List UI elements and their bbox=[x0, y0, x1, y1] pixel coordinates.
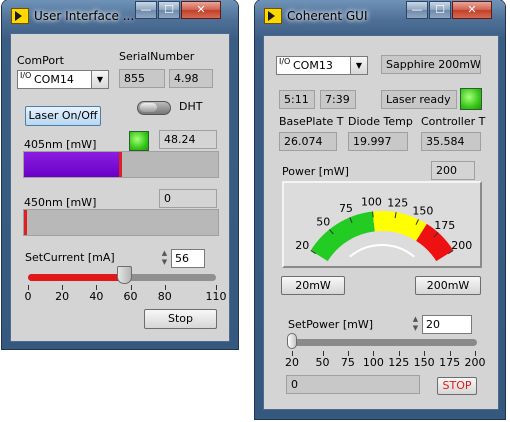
20mw-button[interactable]: 20mW bbox=[281, 276, 345, 295]
left-client-area: ComPort I/O COM14 ▼ SerialNumber 855 4.9… bbox=[10, 33, 230, 342]
stop-button[interactable]: STOP bbox=[437, 377, 477, 395]
right-client-area: I/O COM13 ▼ Sapphire 200mW 5:11 7:39 Las… bbox=[263, 35, 499, 410]
coherent-gui-window: Coherent GUI — ☐ ✕ I/O COM13 ▼ Sapphire … bbox=[255, 0, 505, 419]
scale-tick-label: 0 bbox=[24, 290, 32, 303]
setpower-scale: 20 50 75 100 125 150 175 200 bbox=[285, 351, 486, 377]
labview-app-icon bbox=[264, 8, 282, 24]
405nm-power-bar-fill bbox=[24, 152, 120, 177]
gauge-needle-arc bbox=[349, 244, 415, 258]
405nm-power-bar-edge bbox=[119, 152, 123, 177]
gauge-tick-label: 50 bbox=[316, 216, 330, 229]
405nm-status-led bbox=[129, 131, 149, 151]
minimize-button[interactable]: — bbox=[406, 1, 428, 19]
setpower-label: SetPower [mW] bbox=[288, 318, 373, 331]
200mw-button[interactable]: 200mW bbox=[415, 276, 481, 295]
setpower-slider[interactable] bbox=[285, 333, 481, 350]
scale-tick-label: 110 bbox=[205, 290, 227, 303]
io-icon: I/O bbox=[20, 71, 32, 80]
450nm-power-bar bbox=[23, 209, 219, 236]
setpower-value[interactable]: 20 bbox=[422, 315, 472, 334]
power-gauge-dial: 20 50 75 100 125 150175 200 bbox=[295, 196, 472, 262]
time-value-1: 5:11 bbox=[279, 90, 315, 109]
gauge-tick bbox=[372, 211, 374, 218]
user-interface-window: User Interface ... — ☐ ✕ ComPort I/O COM… bbox=[2, 0, 238, 349]
chevron-down-icon[interactable]: ▼ bbox=[350, 57, 367, 74]
dht-toggle-switch[interactable] bbox=[137, 101, 171, 115]
maximize-button[interactable]: ☐ bbox=[429, 1, 451, 19]
450nm-value: 0 bbox=[159, 189, 217, 208]
power-label: Power [mW] bbox=[282, 165, 349, 178]
stop-button[interactable]: Stop bbox=[144, 309, 217, 329]
gauge-tick-label: 150 bbox=[412, 204, 433, 217]
serial-number-value-1: 855 bbox=[119, 69, 165, 88]
slider-fill bbox=[28, 274, 124, 281]
com-value: COM13 bbox=[293, 59, 333, 72]
gauge-tick-label: 75 bbox=[339, 202, 353, 215]
slider-thumb[interactable] bbox=[116, 266, 132, 284]
status-led bbox=[460, 88, 482, 110]
close-button[interactable]: ✕ bbox=[452, 1, 492, 19]
chevron-down-icon[interactable]: ▼ bbox=[91, 71, 108, 88]
increment-decrement-icon[interactable]: ▲ ▼ bbox=[410, 315, 421, 334]
comport-value: COM14 bbox=[34, 73, 74, 86]
serial-number-value-2: 4.98 bbox=[169, 69, 213, 88]
time-value-2: 7:39 bbox=[320, 90, 356, 109]
power-gauge: 20 50 75 100 125 150 175 200 bbox=[282, 181, 482, 268]
laser-model-value: Sapphire 200mW bbox=[381, 55, 481, 74]
405nm-power-bar bbox=[23, 151, 219, 178]
controller-temp-label: Controller T bbox=[421, 115, 486, 128]
scale-tick-label: 200 bbox=[464, 356, 486, 369]
setcurrent-slider[interactable] bbox=[24, 266, 220, 284]
dht-label: DHT bbox=[179, 100, 203, 113]
450nm-power-bar-edge bbox=[24, 210, 27, 235]
gauge-tick-label: 20 bbox=[295, 239, 309, 252]
comport-label: ComPort bbox=[17, 54, 64, 67]
scale-tick-label: 60 bbox=[123, 290, 138, 303]
window-title: User Interface ... bbox=[34, 9, 135, 23]
close-button[interactable]: ✕ bbox=[181, 1, 221, 19]
minimize-button[interactable]: — bbox=[135, 1, 157, 19]
com-select[interactable]: I/O COM13 ▼ bbox=[276, 56, 368, 75]
setcurrent-scale: 0 20 40 60 80 110 bbox=[25, 285, 227, 311]
setpower-numeric-input[interactable]: ▲ ▼ 20 bbox=[410, 315, 472, 334]
maximize-button[interactable]: ☐ bbox=[158, 1, 180, 19]
window-title: Coherent GUI bbox=[287, 9, 368, 23]
laser-on-off-button[interactable]: Laser On/Off bbox=[25, 106, 101, 126]
io-icon: I/O bbox=[279, 57, 291, 66]
450nm-label: 450nm [mW] bbox=[24, 196, 97, 209]
scale-tick-label: 80 bbox=[157, 290, 172, 303]
setcurrent-value[interactable]: 56 bbox=[171, 249, 205, 268]
serial-number-label: SerialNumber bbox=[119, 50, 195, 63]
diode-temp-value: 19.997 bbox=[348, 132, 408, 151]
slider-thumb[interactable] bbox=[287, 333, 297, 349]
scale-tick-label: 20 bbox=[55, 290, 70, 303]
baseplate-value: 26.074 bbox=[279, 132, 337, 151]
comport-select[interactable]: I/O COM14 ▼ bbox=[17, 70, 109, 89]
scale-tick-label: 40 bbox=[89, 290, 104, 303]
toggle-knob bbox=[140, 103, 157, 112]
slider-track bbox=[289, 339, 477, 346]
setcurrent-numeric-input[interactable]: ▲ ▼ 56 bbox=[159, 249, 205, 268]
gauge-tick-label: 100 bbox=[361, 196, 382, 209]
labview-app-icon bbox=[11, 8, 29, 24]
diode-temp-label: Diode Temp bbox=[348, 115, 413, 128]
bottom-value: 0 bbox=[286, 375, 420, 394]
controller-temp-value: 35.584 bbox=[421, 132, 481, 151]
405nm-value: 48.24 bbox=[159, 130, 217, 149]
gauge-tick-label: 175 bbox=[434, 219, 455, 232]
power-value: 200 bbox=[431, 161, 475, 180]
scale-tick-label: 20 bbox=[285, 356, 299, 369]
setcurrent-label: SetCurrent [mA] bbox=[25, 251, 115, 264]
status-text: Laser ready bbox=[381, 90, 457, 109]
gauge-tick-label: 200 bbox=[451, 239, 472, 252]
increment-decrement-icon[interactable]: ▲ ▼ bbox=[159, 249, 170, 268]
baseplate-label: BasePlate T bbox=[279, 115, 344, 128]
gauge-tick-label: 125 bbox=[387, 196, 408, 209]
405nm-label: 405nm [mW] bbox=[24, 138, 97, 151]
